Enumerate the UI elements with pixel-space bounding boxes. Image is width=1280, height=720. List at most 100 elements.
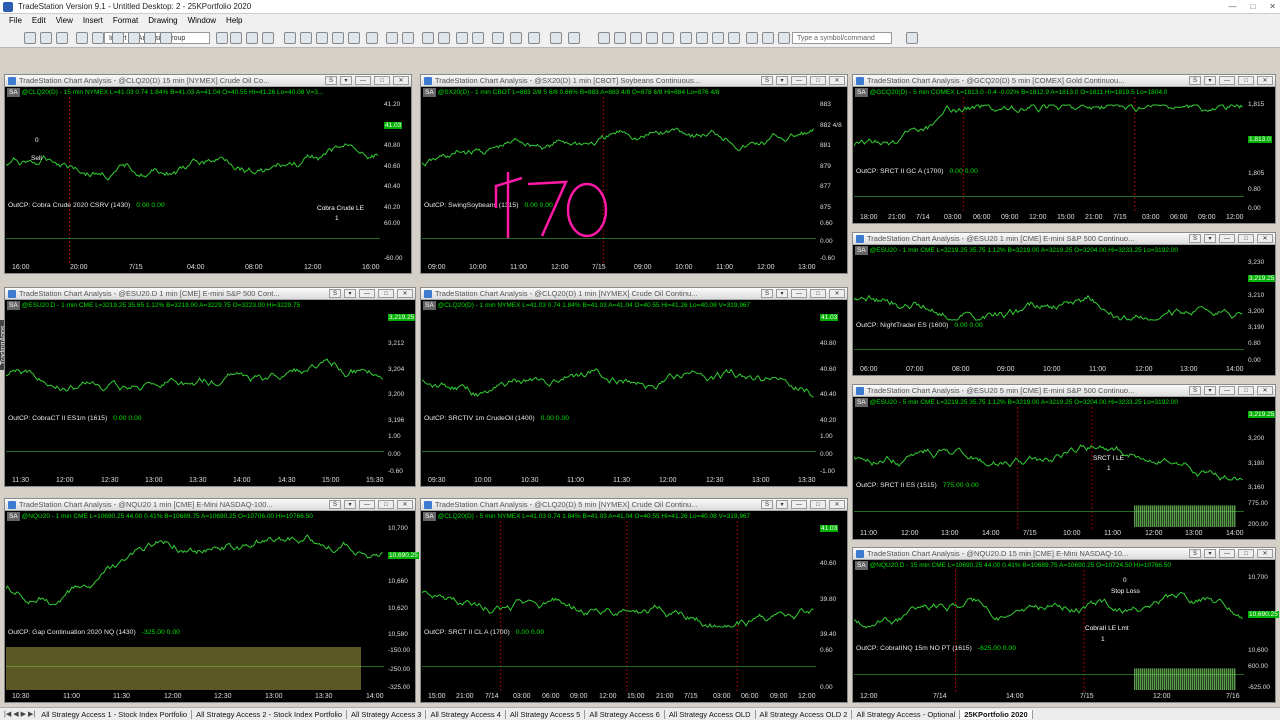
window-close-icon[interactable]: ✕ [1257,549,1273,558]
window-close-icon[interactable]: ✕ [1257,76,1273,85]
window-minimize-icon[interactable]: — [791,289,807,298]
window-close-icon[interactable]: ✕ [829,289,845,298]
toolbar-button-icon[interactable] [906,32,918,44]
sa-badge[interactable]: SA [855,398,868,407]
window-maximize-icon[interactable]: □ [374,76,390,85]
window-maximize-icon[interactable]: □ [1238,549,1254,558]
toolbar-button-icon[interactable] [246,32,258,44]
symbol-link-button[interactable]: S [329,500,341,509]
toolbar-button-icon[interactable] [262,32,274,44]
chart-window-titlebar[interactable]: TradeStation Chart Analysis - @CLQ20(D) … [421,499,847,511]
window-menu-button[interactable]: ▾ [1204,76,1216,85]
symbol-link-button[interactable]: S [1189,386,1201,395]
price-chart[interactable] [422,521,816,692]
tab-25kportfolio-2020[interactable]: 25KPortfolio 2020 [960,709,1033,719]
toolbar-button-icon[interactable] [662,32,674,44]
chart-window[interactable]: TradeStation Chart Analysis - @CLQ20(D) … [420,287,848,487]
window-menu-button[interactable]: ▾ [776,500,788,509]
toolbar-button-icon[interactable] [230,32,242,44]
toolbar-button-icon[interactable] [284,32,296,44]
toolbar-button-icon[interactable] [568,32,580,44]
chart-window-titlebar[interactable]: TradeStation Chart Analysis - @ESU20 5 m… [853,385,1275,397]
toolbar-button-icon[interactable] [128,32,140,44]
chart-window-titlebar[interactable]: TradeStation Chart Analysis - @GCQ20(D) … [853,75,1275,87]
toolbar-button-icon[interactable] [630,32,642,44]
window-menu-button[interactable]: ▾ [1204,549,1216,558]
toolbar-button-icon[interactable] [422,32,434,44]
window-menu-button[interactable]: ▾ [344,289,356,298]
toolbar-button-icon[interactable] [550,32,562,44]
window-minimize-icon[interactable]: — [791,76,807,85]
symbol-link-button[interactable]: S [1189,549,1201,558]
symbol-command-input[interactable]: Type a symbol/command [792,32,892,44]
window-minimize-icon[interactable]: — [1219,76,1235,85]
toolbar-button-icon[interactable] [92,32,104,44]
window-maximize-icon[interactable]: □ [1238,76,1254,85]
window-close-icon[interactable]: ✕ [1257,386,1273,395]
toolbar-button-icon[interactable] [56,32,68,44]
tab-scroll-first-icon[interactable]: |◀ [4,710,11,718]
toolbar-button-icon[interactable] [456,32,468,44]
symbol-link-button[interactable]: S [1189,234,1201,243]
window-close-icon[interactable]: ✕ [1257,234,1273,243]
chart-window[interactable]: TradeStation Chart Analysis - @NQU20.D 1… [852,547,1279,703]
window-maximize-icon[interactable]: □ [1238,386,1254,395]
toolbar-button-icon[interactable] [332,32,344,44]
toolbar-button-icon[interactable] [528,32,540,44]
window-maximize-icon[interactable]: □ [810,76,826,85]
toolbar-button-icon[interactable] [76,32,88,44]
window-minimize-icon[interactable]: — [1219,386,1235,395]
menu-edit[interactable]: Edit [27,14,51,28]
window-menu-button[interactable]: ▾ [776,289,788,298]
chart-window-titlebar[interactable]: TradeStation Chart Analysis - @NQU20.D 1… [853,548,1275,560]
symbol-link-button[interactable]: S [1189,76,1201,85]
tab-all-strategy-access-6[interactable]: All Strategy Access 6 [585,709,665,719]
toolbar-button-icon[interactable] [614,32,626,44]
window-close-icon[interactable]: ✕ [397,500,413,509]
symbol-link-button[interactable]: S [325,76,337,85]
symbol-link-button[interactable]: S [761,289,773,298]
tab-all-strategy-access-optional[interactable]: All Strategy Access - Optional [852,709,961,719]
symbol-link-button[interactable]: S [761,76,773,85]
chart-window[interactable]: TradeStation Chart Analysis - @CLQ20(D) … [4,74,412,274]
price-chart[interactable] [6,310,384,476]
chart-window-titlebar[interactable]: TradeStation Chart Analysis - @CLQ20(D) … [421,288,847,300]
window-minimize-icon[interactable]: — [359,289,375,298]
toolbar-button-icon[interactable] [510,32,522,44]
tab-all-strategy-access-2[interactable]: All Strategy Access 2 - Stock Index Port… [192,709,347,719]
window-minimize-icon[interactable]: — [791,500,807,509]
window-close-icon[interactable]: ✕ [829,76,845,85]
toolbar-button-icon[interactable] [598,32,610,44]
price-chart[interactable] [422,310,816,476]
toolbar-button-icon[interactable] [366,32,378,44]
chart-window-titlebar[interactable]: TradeStation Chart Analysis - @ESU20 1 m… [853,233,1275,245]
window-close-icon[interactable]: ✕ [397,289,413,298]
toolbar-button-icon[interactable] [316,32,328,44]
toolbar-button-icon[interactable] [160,32,172,44]
toolbar-button-icon[interactable] [402,32,414,44]
sa-badge[interactable]: SA [423,88,436,97]
price-chart[interactable] [422,97,816,263]
toolbar-button-icon[interactable] [680,32,692,44]
price-chart[interactable] [854,255,1244,365]
chart-window-titlebar[interactable]: TradeStation Chart Analysis - @CLQ20(D) … [5,75,411,87]
toolbar-button-icon[interactable] [762,32,774,44]
toolbar-button-icon[interactable] [472,32,484,44]
window-maximize-icon[interactable]: □ [378,289,394,298]
tab-all-strategy-access-old-2[interactable]: All Strategy Access OLD 2 [756,709,853,719]
window-maximize-icon[interactable]: □ [810,500,826,509]
toolbar-button-icon[interactable] [646,32,658,44]
sa-badge[interactable]: SA [7,88,20,97]
price-chart[interactable] [854,407,1244,529]
window-menu-button[interactable]: ▾ [776,76,788,85]
toolbar-button-icon[interactable] [40,32,52,44]
menu-file[interactable]: File [4,14,27,28]
sa-badge[interactable]: SA [423,301,436,310]
window-menu-button[interactable]: ▾ [344,500,356,509]
window-menu-button[interactable]: ▾ [340,76,352,85]
price-chart[interactable] [6,521,384,692]
toolbar-button-icon[interactable] [300,32,312,44]
toolbar-button-icon[interactable] [778,32,790,44]
price-chart[interactable] [854,97,1244,213]
chart-window[interactable]: TradeStation Chart Analysis - @CLQ20(D) … [420,498,848,703]
